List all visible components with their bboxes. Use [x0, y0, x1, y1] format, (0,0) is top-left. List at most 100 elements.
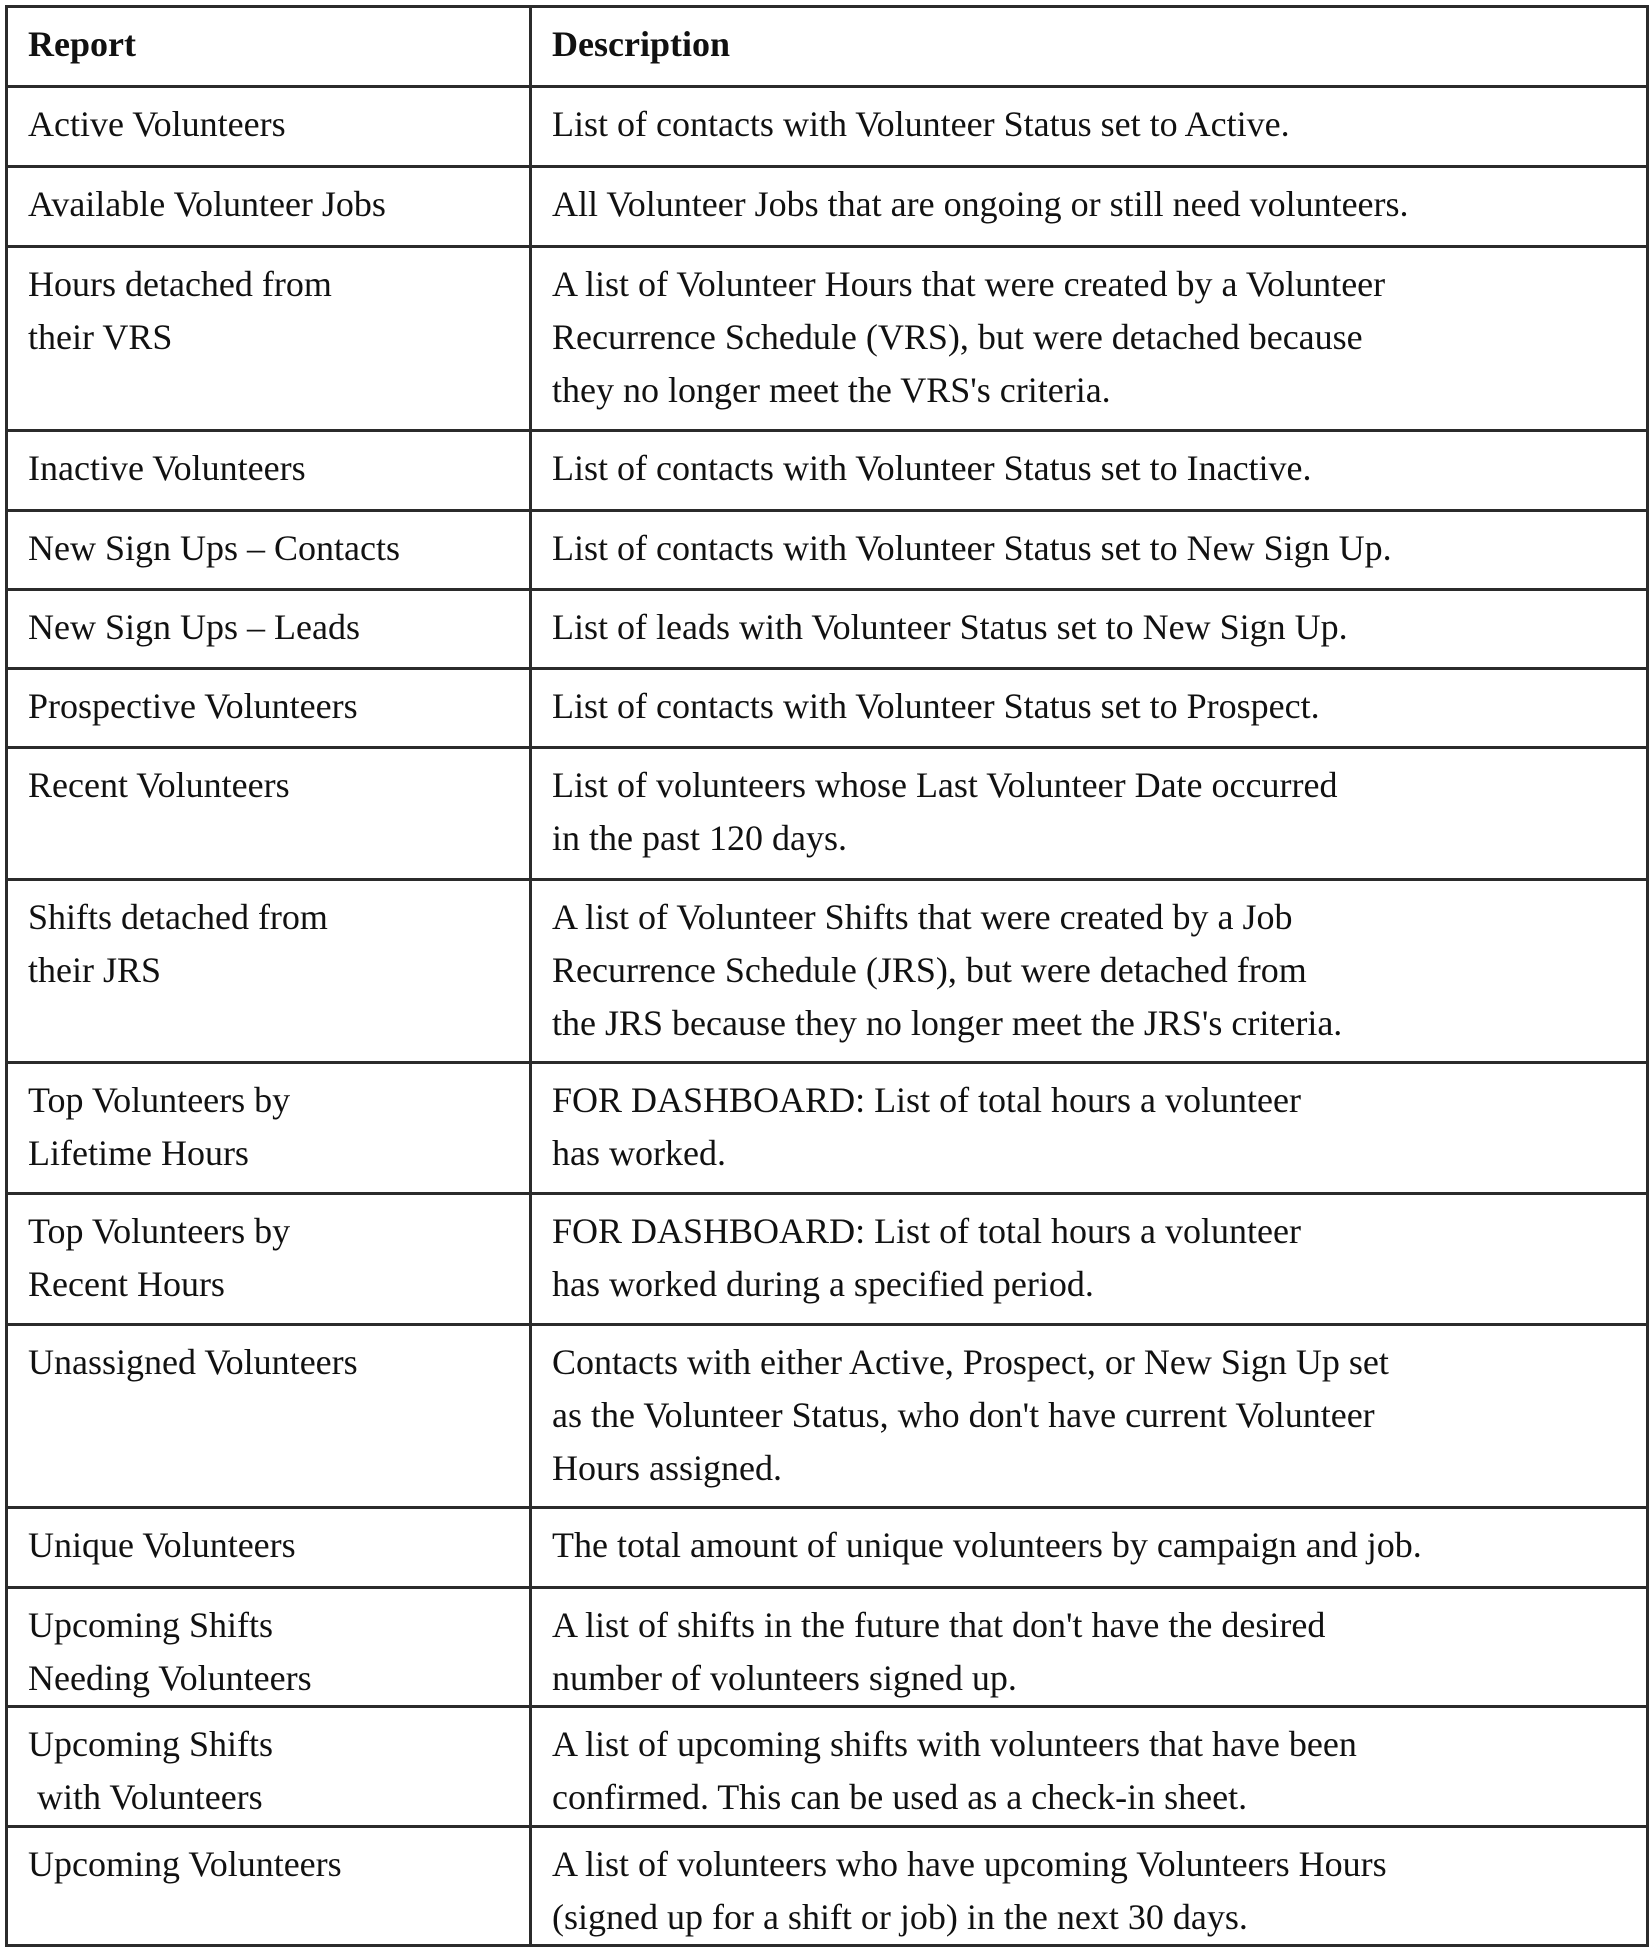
report-name-line: Upcoming Volunteers — [28, 1844, 342, 1884]
report-description-cell: A list of volunteers who have upcoming V… — [529, 1825, 1649, 1947]
report-description-cell: List of contacts with Volunteer Status s… — [529, 667, 1649, 749]
report-name-cell: Top Volunteers by Recent Hours — [5, 1192, 532, 1326]
header-row: Report Description — [5, 5, 1649, 88]
report-description-cell: The total amount of unique volunteers by… — [529, 1506, 1649, 1589]
table-row: Recent Volunteers List of volunteers whos… — [5, 746, 1649, 881]
report-name-cell: Shifts detached from their JRS — [5, 878, 532, 1064]
report-description-cell: Contacts with either Active, Prospect, o… — [529, 1323, 1649, 1509]
report-name-line: Unassigned Volunteers — [28, 1342, 358, 1382]
description-line: as the Volunteer Status, who don't have … — [552, 1395, 1375, 1435]
report-name-line: Shifts detached from — [28, 897, 328, 937]
report-name-cell: New Sign Ups – Leads — [5, 588, 532, 670]
column-header-description: Description — [529, 5, 1649, 88]
description-line: Recurrence Schedule (JRS), but were deta… — [552, 950, 1307, 990]
description-line: A list of upcoming shifts with volunteer… — [552, 1724, 1357, 1764]
description-line: number of volunteers signed up. — [552, 1658, 1017, 1698]
report-description-cell: List of contacts with Volunteer Status s… — [529, 509, 1649, 591]
description-line: List of leads with Volunteer Status set … — [552, 607, 1348, 647]
table-row: Upcoming Shifts Needing Volunteers A list … — [5, 1586, 1649, 1708]
report-description-cell: FOR DASHBOARD: List of total hours a vol… — [529, 1061, 1649, 1195]
table-row: Unique Volunteers The total amount of uni… — [5, 1506, 1649, 1589]
description-line: has worked. — [552, 1133, 726, 1173]
report-name-line: Upcoming Shifts — [28, 1724, 274, 1764]
description-line: (signed up for a shift or job) in the ne… — [552, 1897, 1248, 1937]
report-name-cell: Available Volunteer Jobs — [5, 165, 532, 248]
description-line: A list of shifts in the future that don'… — [552, 1605, 1326, 1645]
description-line: A list of Volunteer Shifts that were cre… — [552, 897, 1293, 937]
report-name-cell: New Sign Ups – Contacts — [5, 509, 532, 591]
table-row: Inactive Volunteers List of contacts with… — [5, 429, 1649, 512]
report-name-line: their JRS — [28, 950, 162, 990]
description-line: Recurrence Schedule (VRS), but were deta… — [552, 317, 1363, 357]
table-row: Active Volunteers List of contacts with V… — [5, 85, 1649, 168]
description-line: The total amount of unique volunteers by… — [552, 1525, 1422, 1565]
report-name-line: New Sign Ups – Leads — [28, 607, 360, 647]
description-line: they no longer meet the VRS's criteria. — [552, 370, 1111, 410]
description-line: List of contacts with Volunteer Status s… — [552, 528, 1392, 568]
report-name-line: Needing Volunteers — [28, 1658, 312, 1698]
report-description-cell: List of leads with Volunteer Status set … — [529, 588, 1649, 670]
column-header-report: Report — [5, 5, 532, 88]
report-description-cell: A list of shifts in the future that don'… — [529, 1586, 1649, 1708]
report-description-cell: A list of Volunteer Shifts that were cre… — [529, 878, 1649, 1064]
table-row: Prospective Volunteers List of contacts w… — [5, 667, 1649, 749]
table-row: Top Volunteers by Lifetime Hours FOR DASHB… — [5, 1061, 1649, 1195]
report-name-line: Recent Hours — [28, 1264, 225, 1304]
description-line: List of contacts with Volunteer Status s… — [552, 104, 1290, 144]
report-name-cell: Prospective Volunteers — [5, 667, 532, 749]
description-line: confirmed. This can be used as a check-i… — [552, 1777, 1248, 1817]
report-name-line: Prospective Volunteers — [28, 686, 358, 726]
report-name-line: New Sign Ups – Contacts — [28, 528, 400, 568]
report-name-cell: Upcoming Volunteers — [5, 1825, 532, 1947]
description-line: FOR DASHBOARD: List of total hours a vol… — [552, 1211, 1301, 1251]
description-line: List of contacts with Volunteer Status s… — [552, 448, 1312, 488]
description-line: All Volunteer Jobs that are ongoing or s… — [552, 184, 1409, 224]
description-line: has worked during a specified period. — [552, 1264, 1094, 1304]
table-row: Top Volunteers by Recent Hours FOR DASHBOA… — [5, 1192, 1649, 1326]
description-line: Contacts with either Active, Prospect, o… — [552, 1342, 1389, 1382]
report-name-cell: Inactive Volunteers — [5, 429, 532, 512]
report-name-line: Active Volunteers — [28, 104, 286, 144]
report-name-line: Upcoming Shifts — [28, 1605, 274, 1645]
description-line: List of contacts with Volunteer Status s… — [552, 686, 1320, 726]
description-line: List of volunteers whose Last Volunteer … — [552, 765, 1338, 805]
table-row: Upcoming Volunteers A list of volunteers … — [5, 1825, 1649, 1947]
report-name-line: Hours detached from — [28, 264, 332, 304]
report-name-line: Unique Volunteers — [28, 1525, 296, 1565]
table-body: Active Volunteers List of contacts with V… — [5, 85, 1649, 1947]
description-line: in the past 120 days. — [552, 818, 847, 858]
report-name-cell: Active Volunteers — [5, 85, 532, 168]
report-description-cell: A list of upcoming shifts with volunteer… — [529, 1705, 1649, 1828]
report-name-line: Inactive Volunteers — [28, 448, 306, 488]
report-name-cell: Unique Volunteers — [5, 1506, 532, 1589]
table-row: Upcoming Shifts with Volunteers A list of… — [5, 1705, 1649, 1828]
description-line: A list of volunteers who have upcoming V… — [552, 1844, 1387, 1884]
table-row: Available Volunteer Jobs All Volunteer Jo… — [5, 165, 1649, 248]
table-row: New Sign Ups – Contacts List of contacts … — [5, 509, 1649, 591]
report-name-line: Lifetime Hours — [28, 1133, 249, 1173]
report-name-line: Top Volunteers by — [28, 1080, 291, 1120]
report-name-line: Top Volunteers by — [28, 1211, 291, 1251]
report-name-line: with Volunteers — [28, 1777, 263, 1817]
description-line: A list of Volunteer Hours that were crea… — [552, 264, 1386, 304]
report-name-cell: Upcoming Shifts with Volunteers — [5, 1705, 532, 1828]
table-row: Shifts detached from their JRS A list of V… — [5, 878, 1649, 1064]
reports-table: Report Description Active Volunteers List… — [5, 5, 1649, 1947]
report-description-cell: List of contacts with Volunteer Status s… — [529, 85, 1649, 168]
table-row: Hours detached from their VRS A list of Vo… — [5, 245, 1649, 432]
description-line: the JRS because they no longer meet the … — [552, 1003, 1343, 1043]
report-name-line: their VRS — [28, 317, 173, 357]
table-row: Unassigned Volunteers Contacts with eithe… — [5, 1323, 1649, 1509]
report-description-cell: List of contacts with Volunteer Status s… — [529, 429, 1649, 512]
description-line: Hours assigned. — [552, 1448, 782, 1488]
table-row: New Sign Ups – Leads List of leads with V… — [5, 588, 1649, 670]
report-name-cell: Top Volunteers by Lifetime Hours — [5, 1061, 532, 1195]
report-description-cell: FOR DASHBOARD: List of total hours a vol… — [529, 1192, 1649, 1326]
report-name-line: Recent Volunteers — [28, 765, 290, 805]
report-name-cell: Unassigned Volunteers — [5, 1323, 532, 1509]
description-line: FOR DASHBOARD: List of total hours a vol… — [552, 1080, 1301, 1120]
report-name-cell: Upcoming Shifts Needing Volunteers — [5, 1586, 532, 1708]
report-name-cell: Hours detached from their VRS — [5, 245, 532, 432]
report-name-cell: Recent Volunteers — [5, 746, 532, 881]
report-description-cell: List of volunteers whose Last Volunteer … — [529, 746, 1649, 881]
